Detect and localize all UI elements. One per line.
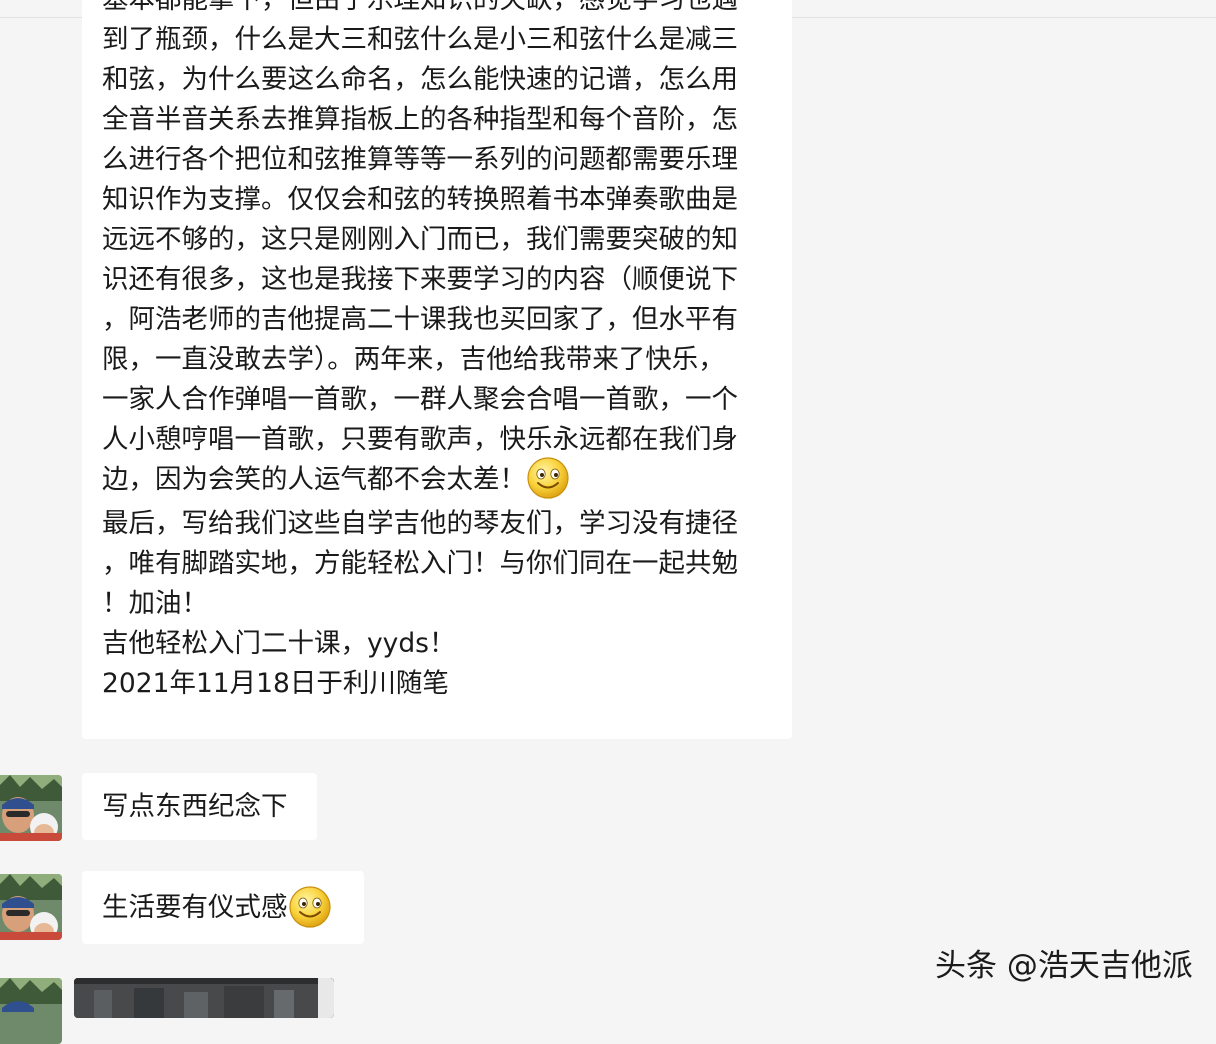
- message-line: 最后，写给我们这些自学吉他的琴友们，学习没有捷径: [102, 508, 738, 539]
- avatar-photo-icon: [0, 978, 62, 1044]
- message-line: 边，因为会笑的人运气都不会太差！: [102, 464, 526, 495]
- message-bubble[interactable]: 生活要有仪式感: [82, 871, 364, 944]
- avatar-photo-icon: [0, 874, 62, 940]
- avatar-photo-icon: [0, 775, 62, 841]
- image-message[interactable]: [74, 978, 334, 1018]
- message-text: 写点东西纪念下: [102, 791, 288, 822]
- message-line: 2021年11月18日于利川随笔: [102, 668, 449, 699]
- message-line: 到了瓶颈，什么是大三和弦什么是小三和弦什么是减三: [102, 24, 738, 55]
- message-line: 么进行各个把位和弦推算等等一系列的问题都需要乐理: [102, 144, 738, 175]
- message-line: ，阿浩老师的吉他提高二十课我也买回家了，但水平有: [102, 304, 738, 335]
- message-line: 限，一直没敢去学）。两年来，吉他给我带来了快乐，: [102, 344, 725, 375]
- avatar[interactable]: [0, 978, 62, 1044]
- message-line: ，唯有脚踏实地，方能轻松入门！与你们同在一起共勉: [102, 548, 738, 579]
- message-line: 知识作为支撑。仅仅会和弦的转换照着书本弹奏歌曲是: [102, 184, 738, 215]
- message-text: 生活要有仪式感: [102, 892, 288, 923]
- watermark: 头条 @浩天吉他派: [935, 948, 1193, 984]
- message-line: 远远不够的，这只是刚刚入门而已，我们需要突破的知: [102, 224, 738, 255]
- message-line: 人小憩哼唱一首歌，只要有歌声，快乐永远都在我们身: [102, 424, 738, 455]
- avatar[interactable]: [0, 775, 62, 841]
- message-line: 和弦，为什么要这么命名，怎么能快速的记谱，怎么用: [102, 64, 738, 95]
- smiley-emoji-icon: [288, 885, 331, 928]
- avatar[interactable]: [0, 874, 62, 940]
- message-line: 一家人合作弹唱一首歌，一群人聚会合唱一首歌，一个: [102, 384, 738, 415]
- message-line: 识还有很多，这也是我接下来要学习的内容（顺便说下: [102, 264, 738, 295]
- message-bubble-long[interactable]: 基本都能拿下，但由于乐理知识的欠缺，感觉学习也遇 到了瓶颈，什么是大三和弦什么是…: [82, 0, 792, 739]
- message-line: 吉他轻松入门二十课，yyds！: [102, 628, 456, 659]
- message-bubble[interactable]: 写点东西纪念下: [82, 773, 317, 840]
- image-thumbnail-icon: [74, 978, 334, 1018]
- message-line-with-emoji: 边，因为会笑的人运气都不会太差！: [102, 456, 792, 504]
- message-line: 全音半音关系去推算指板上的各种指型和每个音阶，怎: [102, 104, 738, 135]
- smiley-emoji-icon: [527, 456, 569, 499]
- message-line: ！加油！: [102, 588, 208, 619]
- message-line: 基本都能拿下，但由于乐理知识的欠缺，感觉学习也遇: [102, 0, 792, 20]
